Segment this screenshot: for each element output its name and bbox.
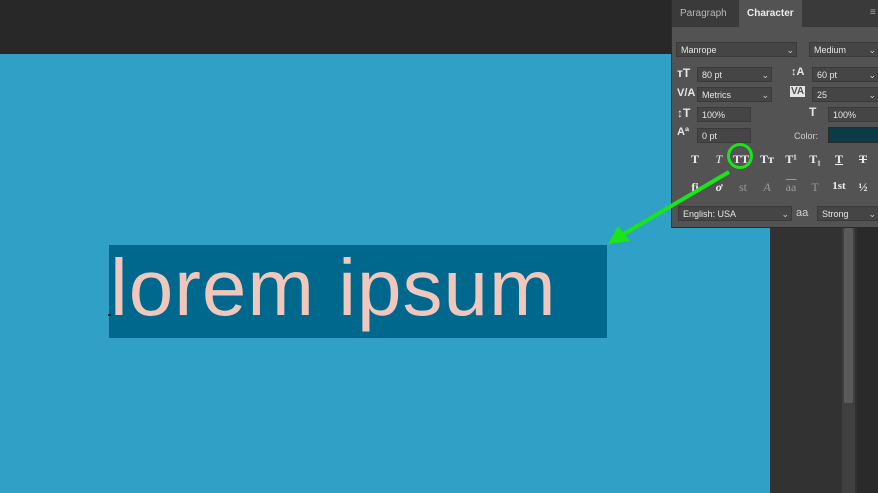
annotation-arrow-head xyxy=(608,226,630,244)
annotation-arrow-icon xyxy=(608,170,731,244)
annotation-arrow-line xyxy=(620,170,731,237)
